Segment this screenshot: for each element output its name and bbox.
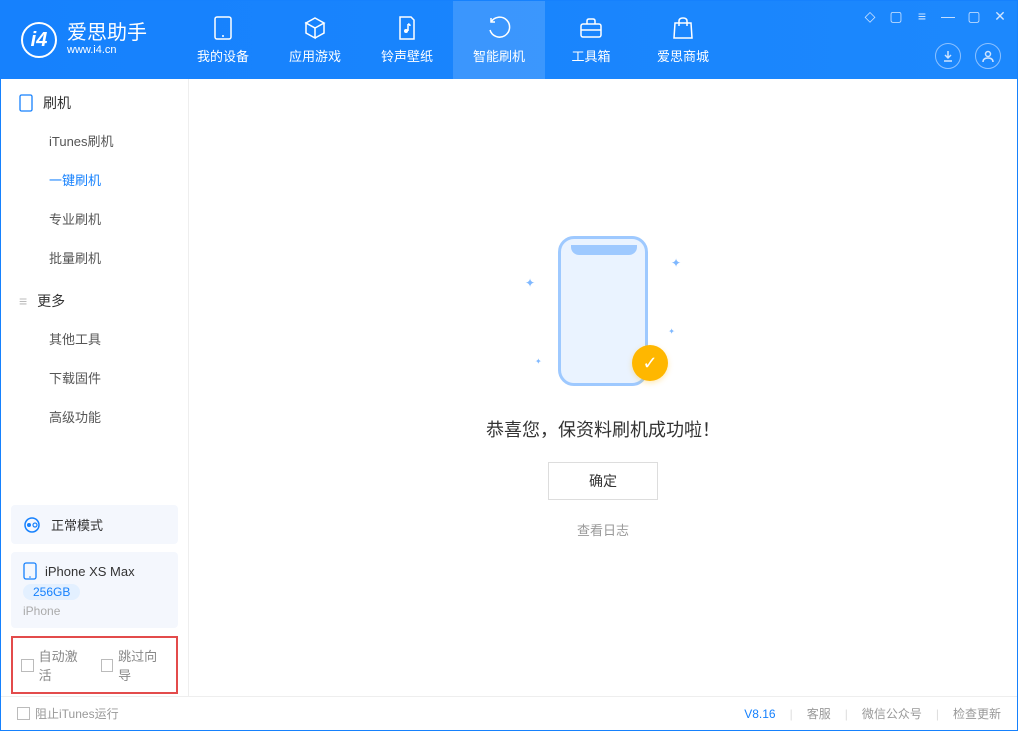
minimize-button[interactable]: —: [939, 7, 957, 25]
device-capacity-badge: 256GB: [23, 584, 80, 600]
maximize-button[interactable]: ▢: [965, 7, 983, 25]
nav-label: 我的设备: [197, 46, 249, 65]
nav-label: 爱思商城: [657, 46, 709, 65]
logo-text: 爱思助手 www.i4.cn: [67, 23, 147, 57]
sparkle-icon: ✦: [668, 327, 675, 336]
logo-icon: i4: [21, 22, 57, 58]
wechat-link[interactable]: 微信公众号: [862, 705, 922, 722]
device-card[interactable]: iPhone XS Max 256GB iPhone: [11, 552, 178, 628]
success-message: 恭喜您，保资料刷机成功啦！: [486, 416, 720, 442]
nav-smart-flash[interactable]: 智能刷机: [453, 1, 545, 79]
sidebar: 刷机 iTunes刷机 一键刷机 专业刷机 批量刷机 ≡ 更多 其他工具 下载固…: [1, 79, 189, 696]
skip-guide-checkbox[interactable]: 跳过向导: [101, 646, 169, 684]
app-body: 刷机 iTunes刷机 一键刷机 专业刷机 批量刷机 ≡ 更多 其他工具 下载固…: [1, 79, 1017, 696]
block-itunes-checkbox[interactable]: 阻止iTunes运行: [17, 705, 119, 722]
menu-icon[interactable]: ≡: [913, 7, 931, 25]
sparkle-icon: ✦: [671, 256, 681, 270]
shirt-icon[interactable]: ◇: [861, 7, 879, 25]
nav-my-device[interactable]: 我的设备: [177, 1, 269, 79]
mode-card[interactable]: 正常模式: [11, 505, 178, 544]
device-type: iPhone: [23, 604, 60, 618]
list-icon: ≡: [19, 293, 27, 309]
checkbox-label: 阻止iTunes运行: [35, 705, 119, 722]
device-icon: [23, 562, 37, 580]
nav-label: 应用游戏: [289, 46, 341, 65]
ok-button[interactable]: 确定: [548, 462, 658, 500]
main-content: ✓ ✦ ✦ ✦ ✦ 恭喜您，保资料刷机成功啦！ 确定 查看日志: [189, 79, 1017, 696]
toolbox-icon: [579, 16, 603, 40]
nav-toolbox[interactable]: 工具箱: [545, 1, 637, 79]
checkbox-label: 跳过向导: [118, 646, 168, 684]
check-update-link[interactable]: 检查更新: [953, 705, 1001, 722]
music-file-icon: [395, 16, 419, 40]
nav-store[interactable]: 爱思商城: [637, 1, 729, 79]
sidebar-group-more: ≡ 更多: [1, 277, 188, 319]
group-label: 刷机: [43, 93, 71, 113]
view-log-link[interactable]: 查看日志: [577, 520, 629, 539]
app-logo: i4 爱思助手 www.i4.cn: [1, 22, 167, 58]
checkbox-icon: [17, 707, 30, 720]
app-header: i4 爱思助手 www.i4.cn 我的设备 应用游戏 铃声壁纸 智能刷机 工具…: [1, 1, 1017, 79]
user-button[interactable]: [975, 43, 1001, 69]
nav-label: 铃声壁纸: [381, 46, 433, 65]
group-label: 更多: [37, 291, 65, 311]
sidebar-group-flash: 刷机: [1, 79, 188, 121]
highlighted-options-row: 自动激活 跳过向导: [11, 636, 178, 694]
nav-ring-wall[interactable]: 铃声壁纸: [361, 1, 453, 79]
app-name-en: www.i4.cn: [67, 43, 147, 57]
sidebar-item-itunes-flash[interactable]: iTunes刷机: [1, 121, 188, 160]
header-right-buttons: [935, 43, 1001, 69]
sparkle-icon: ✦: [535, 357, 542, 366]
check-badge-icon: ✓: [632, 345, 668, 381]
success-illustration: ✓ ✦ ✦ ✦ ✦: [533, 236, 673, 396]
support-link[interactable]: 客服: [807, 705, 831, 722]
titlebar-buttons: ◇ ▢ ≡ — ▢ ✕: [861, 7, 1009, 25]
sidebar-item-pro-flash[interactable]: 专业刷机: [1, 199, 188, 238]
device-name: iPhone XS Max: [45, 564, 135, 579]
status-bar: 阻止iTunes运行 V8.16 | 客服 | 微信公众号 | 检查更新: [1, 696, 1017, 730]
sidebar-item-other-tools[interactable]: 其他工具: [1, 319, 188, 358]
mode-label: 正常模式: [51, 515, 103, 534]
nav-apps-games[interactable]: 应用游戏: [269, 1, 361, 79]
sidebar-item-batch-flash[interactable]: 批量刷机: [1, 238, 188, 277]
refresh-shield-icon: [487, 16, 511, 40]
top-nav: 我的设备 应用游戏 铃声壁纸 智能刷机 工具箱 爱思商城: [177, 1, 729, 79]
sidebar-item-advanced[interactable]: 高级功能: [1, 397, 188, 436]
cube-icon: [303, 16, 327, 40]
phone-small-icon: [19, 94, 33, 112]
bag-icon: [671, 16, 695, 40]
phone-icon: [211, 16, 235, 40]
app-name-cn: 爱思助手: [67, 23, 147, 43]
sidebar-item-download-fw[interactable]: 下载固件: [1, 358, 188, 397]
feedback-icon[interactable]: ▢: [887, 7, 905, 25]
version-label: V8.16: [744, 707, 775, 721]
close-button[interactable]: ✕: [991, 7, 1009, 25]
sparkle-icon: ✦: [525, 276, 535, 290]
download-button[interactable]: [935, 43, 961, 69]
checkbox-icon: [101, 659, 114, 672]
sidebar-item-onekey-flash[interactable]: 一键刷机: [1, 160, 188, 199]
checkbox-label: 自动激活: [39, 646, 89, 684]
nav-label: 智能刷机: [473, 46, 525, 65]
nav-label: 工具箱: [571, 46, 610, 65]
mode-icon: [23, 516, 41, 534]
auto-activate-checkbox[interactable]: 自动激活: [21, 646, 89, 684]
checkbox-icon: [21, 659, 34, 672]
